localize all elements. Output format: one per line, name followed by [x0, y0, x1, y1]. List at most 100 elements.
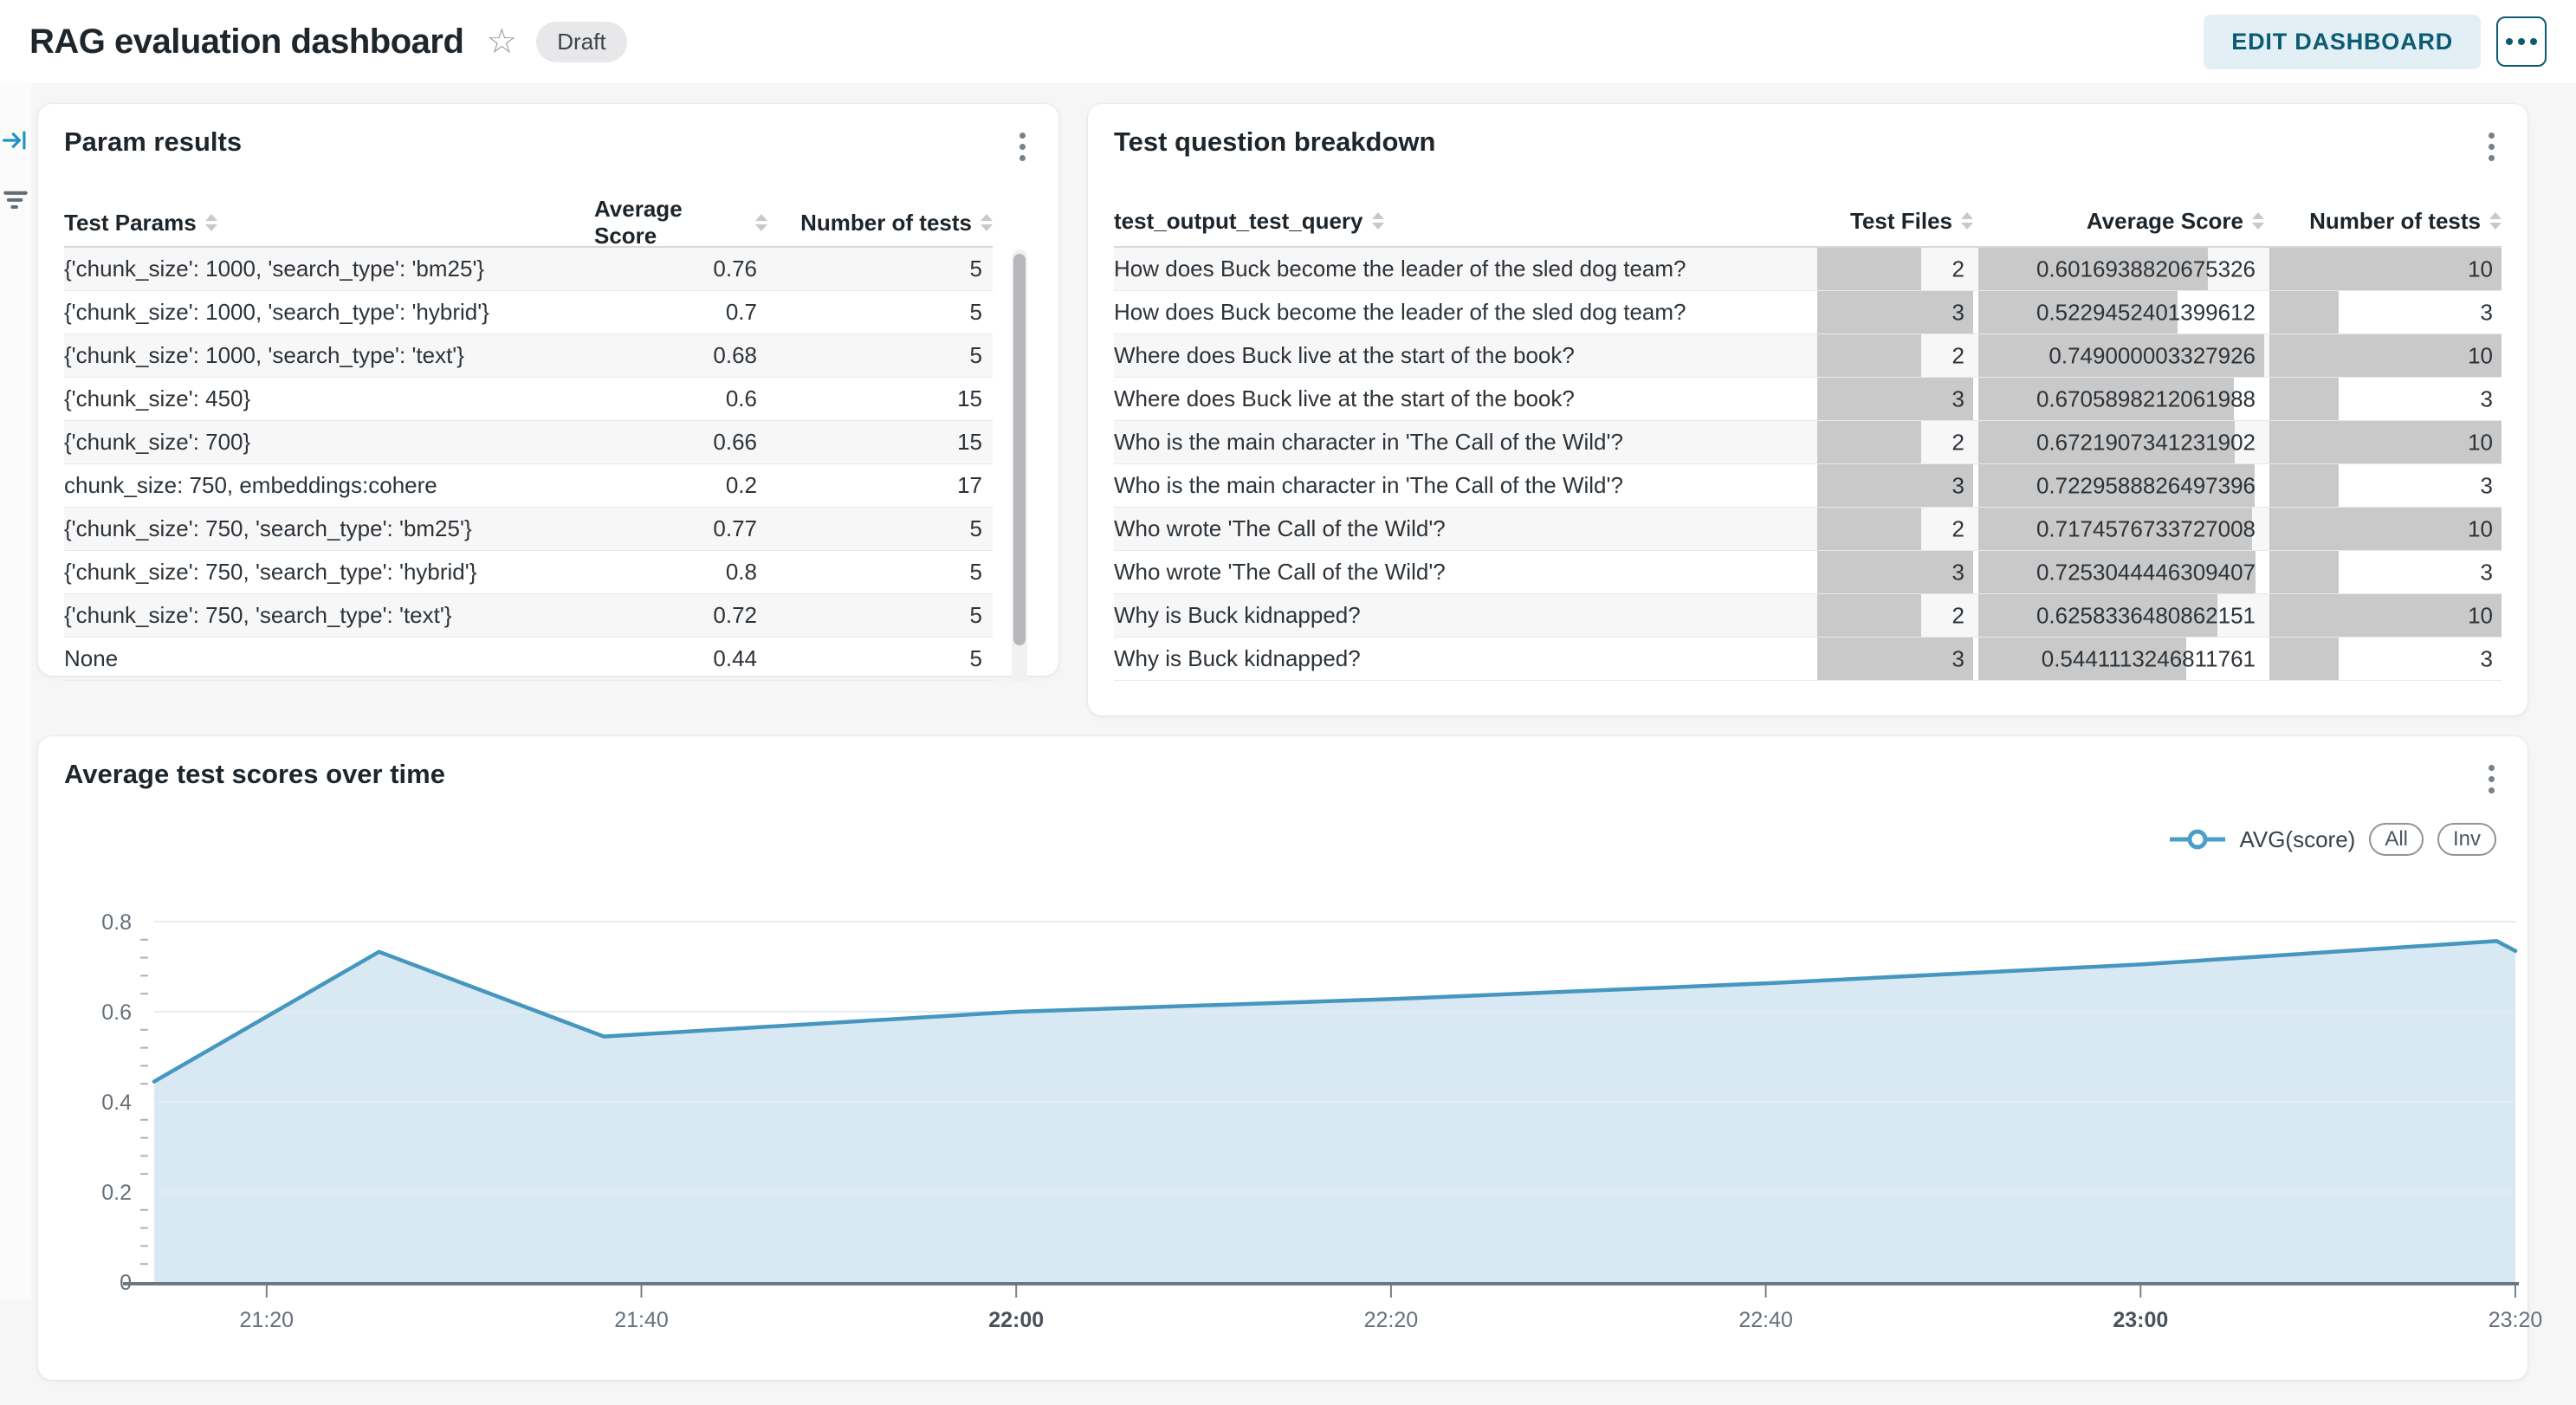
average-score-cell: 0.6258336480862151	[1978, 594, 2264, 637]
table-row[interactable]: {'chunk_size': 750, 'search_type': 'text…	[64, 594, 993, 638]
number-of-tests-cell: 10	[2269, 334, 2502, 377]
panel-title: Param results	[64, 126, 242, 158]
number-of-tests-cell: 3	[2269, 291, 2502, 333]
collapse-panel-icon[interactable]	[0, 121, 31, 159]
table-row[interactable]: Who wrote 'The Call of the Wild'?30.7253…	[1114, 551, 2502, 594]
table-row[interactable]: None0.445	[64, 638, 993, 681]
average-score-cell: 0.44	[594, 645, 767, 672]
data-bar	[1817, 421, 1921, 463]
query-cell: Why is Buck kidnapped?	[1114, 602, 1812, 629]
number-of-tests-cell: 15	[767, 385, 993, 412]
sort-icon	[2252, 212, 2264, 230]
table-scrollbar[interactable]	[1012, 249, 1027, 683]
table-row[interactable]: How does Buck become the leader of the s…	[1114, 248, 2502, 291]
legend-series-label[interactable]: AVG(score)	[2239, 826, 2355, 853]
range-all-button[interactable]: All	[2369, 823, 2424, 856]
table-row[interactable]: Who is the main character in 'The Call o…	[1114, 464, 2502, 508]
column-header-average-score[interactable]: Average Score	[594, 196, 767, 249]
y-axis-label: 0.4	[101, 1091, 132, 1115]
column-header-average-score[interactable]: Average Score	[1978, 208, 2264, 235]
test-files-cell: 3	[1817, 291, 1973, 333]
sort-icon	[205, 214, 217, 231]
average-score-cell: 0.6721907341231902	[1978, 421, 2264, 463]
number-of-tests-cell: 5	[767, 256, 993, 282]
scrollbar-thumb[interactable]	[1013, 254, 1026, 645]
test-files-cell: 2	[1817, 421, 1973, 463]
panel-menu-button[interactable]	[2474, 759, 2508, 799]
test-params-cell: {'chunk_size': 1000, 'search_type': 'hyb…	[64, 299, 594, 326]
data-bar	[2269, 334, 2502, 377]
x-axis-label: 22:20	[1364, 1308, 1419, 1332]
test-params-cell: None	[64, 645, 594, 672]
table-row[interactable]: Who wrote 'The Call of the Wild'?20.7174…	[1114, 508, 2502, 551]
column-header-number-of-tests[interactable]: Number of tests	[767, 210, 993, 236]
table-header-row: test_output_test_query Test Files Averag…	[1114, 196, 2502, 246]
edit-dashboard-button[interactable]: EDIT DASHBOARD	[2204, 15, 2481, 69]
series-marker-icon	[2170, 829, 2225, 850]
number-of-tests-cell: 10	[2269, 248, 2502, 290]
sort-icon	[755, 214, 767, 231]
y-axis-label: 0.6	[101, 1000, 132, 1025]
top-bar: RAG evaluation dashboard ☆ Draft EDIT DA…	[0, 0, 2576, 83]
column-header-query[interactable]: test_output_test_query	[1114, 208, 1812, 235]
number-of-tests-cell: 3	[2269, 638, 2502, 680]
query-cell: Who is the main character in 'The Call o…	[1114, 472, 1812, 499]
table-row[interactable]: {'chunk_size': 1000, 'search_type': 'hyb…	[64, 291, 993, 334]
query-cell: Why is Buck kidnapped?	[1114, 645, 1812, 672]
x-axis-label: 23:00	[2113, 1308, 2168, 1332]
panel-menu-button[interactable]	[1005, 126, 1039, 166]
query-cell: How does Buck become the leader of the s…	[1114, 299, 1812, 326]
query-cell: Where does Buck live at the start of the…	[1114, 385, 1812, 412]
number-of-tests-cell: 10	[2269, 421, 2502, 463]
average-score-cell: 0.7253044446309407	[1978, 551, 2264, 593]
sort-icon	[981, 214, 993, 231]
table-row[interactable]: {'chunk_size': 1000, 'search_type': 'bm2…	[64, 248, 993, 291]
average-score-cell: 0.2	[594, 472, 767, 499]
number-of-tests-cell: 15	[767, 429, 993, 456]
table-row[interactable]: Where does Buck live at the start of the…	[1114, 334, 2502, 378]
query-cell: Who wrote 'The Call of the Wild'?	[1114, 559, 1812, 586]
average-score-cell: 0.66	[594, 429, 767, 456]
column-header-number-of-tests[interactable]: Number of tests	[2269, 208, 2502, 235]
table-row[interactable]: {'chunk_size': 750, 'search_type': 'hybr…	[64, 551, 993, 594]
test-question-breakdown-table: test_output_test_query Test Files Averag…	[1114, 196, 2502, 681]
panel-title: Test question breakdown	[1114, 126, 1435, 158]
table-row[interactable]: {'chunk_size': 450}0.615	[64, 378, 993, 421]
data-bar	[2269, 291, 2339, 333]
table-row[interactable]: How does Buck become the leader of the s…	[1114, 291, 2502, 334]
test-params-cell: {'chunk_size': 700}	[64, 429, 594, 456]
table-row[interactable]: {'chunk_size': 1000, 'search_type': 'tex…	[64, 334, 993, 378]
panel-menu-button[interactable]	[2474, 126, 2508, 166]
area-chart[interactable]: 00.20.40.60.821:2021:4022:0022:2022:4023…	[38, 866, 2527, 1373]
data-bar	[2269, 248, 2502, 290]
page-title: RAG evaluation dashboard	[29, 23, 463, 62]
table-row[interactable]: {'chunk_size': 750, 'search_type': 'bm25…	[64, 508, 993, 551]
column-header-test-params[interactable]: Test Params	[64, 210, 594, 236]
y-axis-label: 0.8	[101, 910, 132, 935]
ellipsis-icon	[2506, 38, 2513, 45]
range-inv-button[interactable]: Inv	[2437, 823, 2496, 856]
number-of-tests-cell: 5	[767, 645, 993, 672]
data-bar	[2269, 464, 2339, 507]
data-bar	[1817, 638, 1973, 680]
table-row[interactable]: Where does Buck live at the start of the…	[1114, 378, 2502, 421]
favorite-star-icon[interactable]: ☆	[486, 24, 517, 59]
column-header-test-files[interactable]: Test Files	[1817, 208, 1973, 235]
table-row[interactable]: {'chunk_size': 700}0.6615	[64, 421, 993, 464]
number-of-tests-cell: 10	[2269, 508, 2502, 550]
table-row[interactable]: Who is the main character in 'The Call o…	[1114, 421, 2502, 464]
test-params-cell: {'chunk_size': 450}	[64, 385, 594, 412]
table-row[interactable]: Why is Buck kidnapped?20.625833648086215…	[1114, 594, 2502, 638]
average-score-cell: 0.7229588826497396	[1978, 464, 2264, 507]
average-score-cell: 0.7174576733727008	[1978, 508, 2264, 550]
data-bar	[2269, 551, 2339, 593]
filter-icon[interactable]	[0, 180, 31, 218]
test-files-cell: 3	[1817, 551, 1973, 593]
data-bar	[1817, 464, 1973, 507]
more-options-button[interactable]	[2496, 16, 2547, 67]
y-axis-label: 0.2	[101, 1181, 132, 1205]
table-row[interactable]: chunk_size: 750, embeddings:cohere0.217	[64, 464, 993, 508]
query-cell: Who wrote 'The Call of the Wild'?	[1114, 515, 1812, 542]
test-question-breakdown-panel: Test question breakdown test_output_test…	[1088, 104, 2527, 715]
table-row[interactable]: Why is Buck kidnapped?30.544111324681176…	[1114, 638, 2502, 681]
